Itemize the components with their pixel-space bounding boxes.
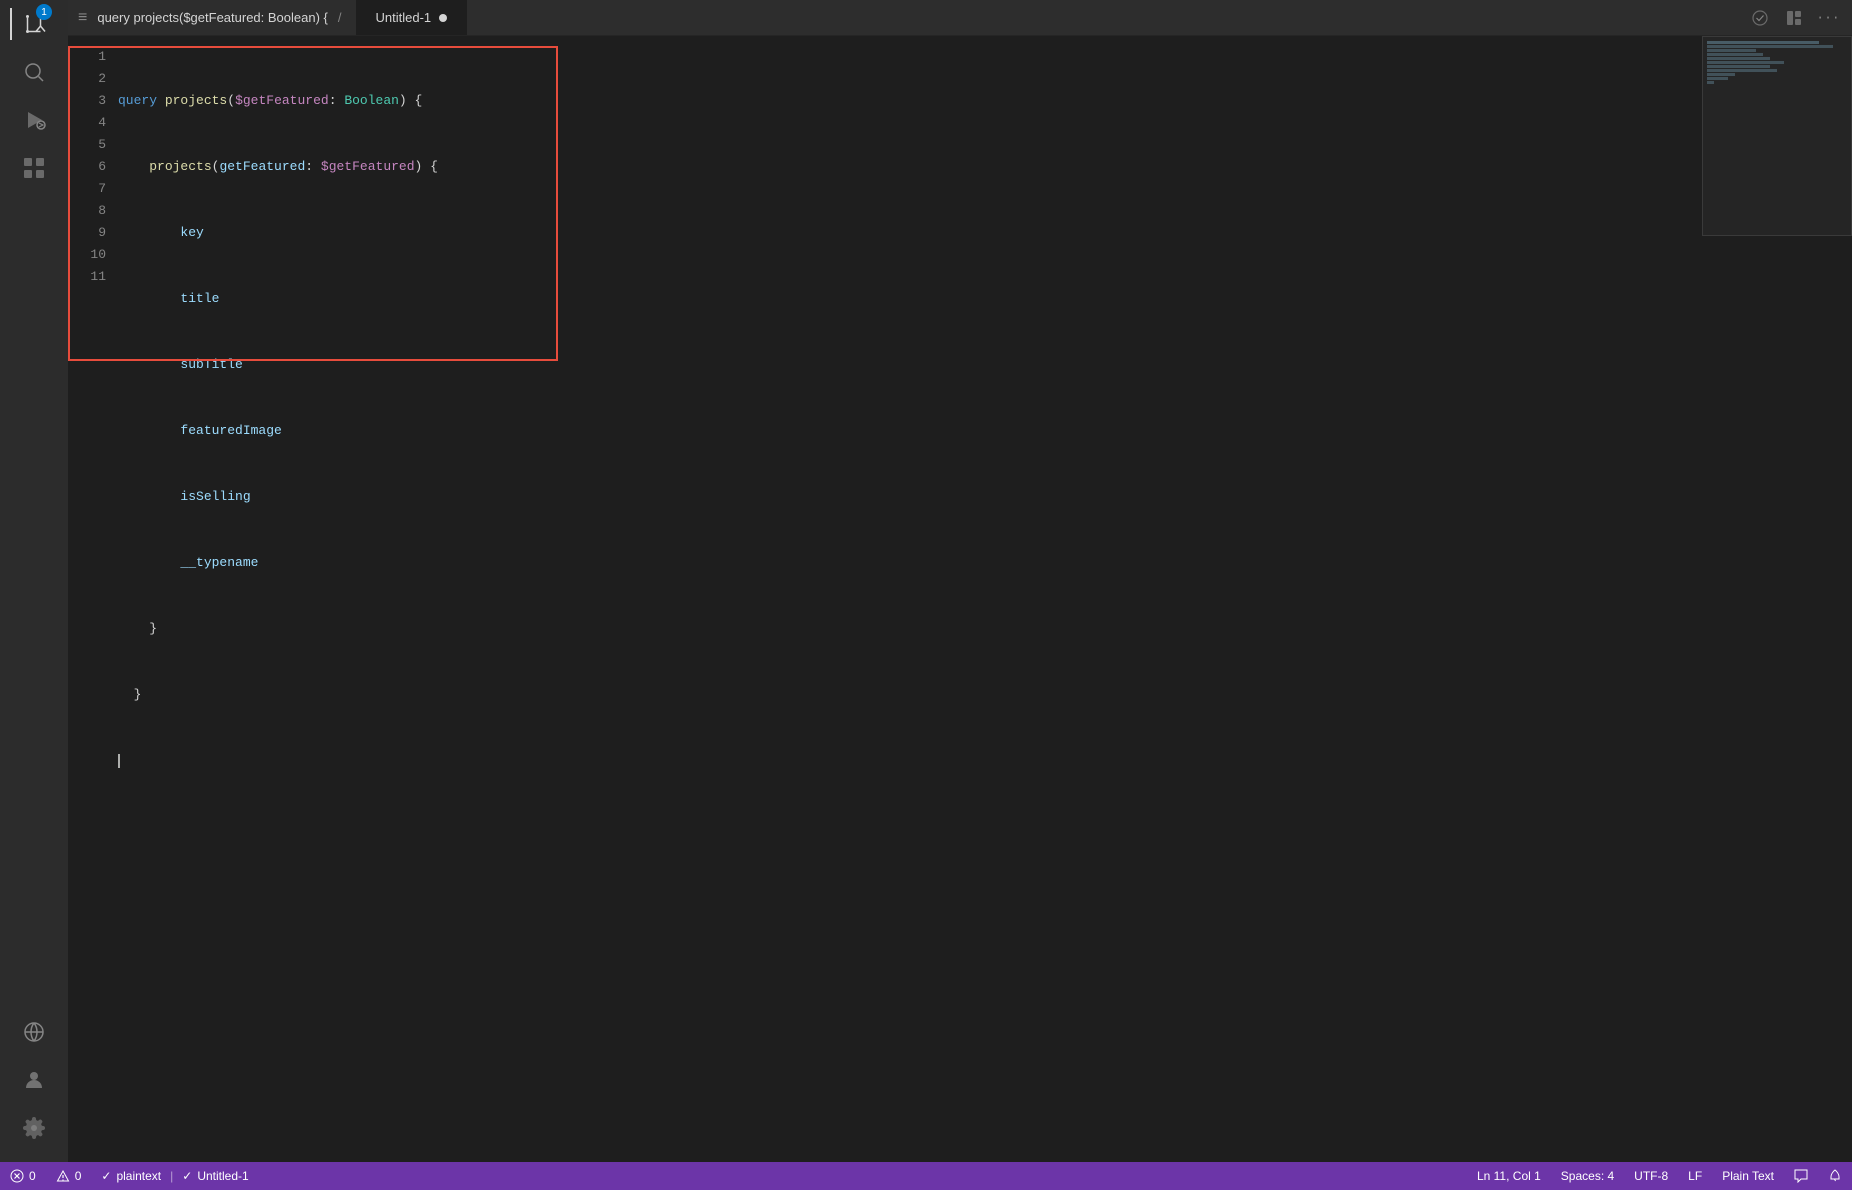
code-line-7: isSelling: [118, 486, 1852, 508]
line-num-6: 6: [68, 156, 106, 178]
activity-item-search[interactable]: [10, 48, 58, 96]
activity-item-extensions[interactable]: [10, 144, 58, 192]
status-feedback[interactable]: [1784, 1162, 1818, 1190]
source-control-badge: 1: [36, 4, 52, 20]
editor-area[interactable]: 1 2 3 4 5 6 7 8 9 10 11 query projects($…: [68, 36, 1852, 1162]
status-encoding[interactable]: UTF-8: [1624, 1162, 1678, 1190]
status-position[interactable]: Ln 11, Col 1: [1467, 1162, 1551, 1190]
feedback-icon: [1794, 1169, 1808, 1183]
activity-bar: 1: [0, 0, 68, 1162]
tab-breadcrumb: ≡ query projects($getFeatured: Boolean) …: [68, 0, 356, 35]
code-line-6: featuredImage: [118, 420, 1852, 442]
check-mark-2: ✓: [182, 1169, 192, 1183]
search-icon: [22, 60, 46, 84]
menu-icon: ≡: [78, 9, 87, 27]
line-num-11: 11: [68, 266, 106, 288]
file-name: Untitled-1: [197, 1169, 248, 1183]
status-errors[interactable]: 0: [0, 1162, 46, 1190]
warning-count: 0: [75, 1169, 82, 1183]
language-text: Plain Text: [1722, 1169, 1774, 1183]
layout-icon: [1786, 10, 1802, 26]
status-line-ending[interactable]: LF: [1678, 1162, 1712, 1190]
code-line-4: title: [118, 288, 1852, 310]
tab-filename: Untitled-1: [376, 10, 432, 25]
separator-pipe: |: [170, 1169, 173, 1183]
status-bar: 0 0 ✓ plaintext | ✓ Untitled-1 Ln 11, Co…: [0, 1162, 1852, 1190]
notification-icon: [1828, 1169, 1842, 1183]
line-num-1: 1: [68, 46, 106, 68]
tab-bar: ≡ query projects($getFeatured: Boolean) …: [68, 0, 1852, 36]
status-spaces[interactable]: Spaces: 4: [1551, 1162, 1624, 1190]
tab-modified-dot: [439, 14, 447, 22]
check-mark: ✓: [101, 1169, 111, 1183]
activity-item-account[interactable]: [10, 1056, 58, 1104]
code-line-10: }: [118, 684, 1852, 706]
more-icon: ···: [1816, 10, 1839, 25]
check-action-button[interactable]: [1746, 4, 1774, 32]
error-icon: [10, 1169, 24, 1183]
line-numbers: 1 2 3 4 5 6 7 8 9 10 11: [68, 46, 118, 1152]
error-count: 0: [29, 1169, 36, 1183]
line-ending-text: LF: [1688, 1169, 1702, 1183]
line-num-9: 9: [68, 222, 106, 244]
tab-actions: ···: [1746, 0, 1852, 35]
line-num-5: 5: [68, 134, 106, 156]
breadcrumb-separator: /: [338, 10, 342, 25]
status-warnings[interactable]: 0: [46, 1162, 92, 1190]
editor-tab[interactable]: Untitled-1: [356, 0, 469, 35]
tab-breadcrumb-title: query projects($getFeatured: Boolean) {: [97, 10, 328, 25]
settings-icon: [22, 1116, 46, 1140]
line-num-10: 10: [68, 244, 106, 266]
line-num-3: 3: [68, 90, 106, 112]
code-line-3: key: [118, 222, 1852, 244]
more-action-button[interactable]: ···: [1814, 4, 1842, 32]
code-line-8: __typename: [118, 552, 1852, 574]
line-num-4: 4: [68, 112, 106, 134]
line-num-2: 2: [68, 68, 106, 90]
code-line-2: projects(getFeatured: $getFeatured) {: [118, 156, 1852, 178]
line-num-7: 7: [68, 178, 106, 200]
text-cursor: [118, 754, 120, 768]
remote-icon: [22, 1020, 46, 1044]
status-right: Ln 11, Col 1 Spaces: 4 UTF-8 LF Plain Te…: [1467, 1162, 1852, 1190]
encoding-text: UTF-8: [1634, 1169, 1668, 1183]
activity-item-settings[interactable]: [10, 1104, 58, 1152]
warning-icon: [56, 1169, 70, 1183]
status-notifications[interactable]: [1818, 1162, 1852, 1190]
code-line-5: subTitle: [118, 354, 1852, 376]
position-text: Ln 11, Col 1: [1477, 1169, 1541, 1183]
status-branch[interactable]: ✓ plaintext | ✓ Untitled-1: [91, 1162, 258, 1190]
branch-name: plaintext: [116, 1169, 161, 1183]
line-num-8: 8: [68, 200, 106, 222]
status-left: 0 0 ✓ plaintext | ✓ Untitled-1: [0, 1162, 259, 1190]
code-content: query projects($getFeatured: Boolean) { …: [118, 46, 1852, 1152]
run-icon: [22, 108, 46, 132]
code-line-1: query projects($getFeatured: Boolean) {: [118, 90, 1852, 112]
activity-item-run[interactable]: [10, 96, 58, 144]
check-icon: [1752, 10, 1768, 26]
main-area: ≡ query projects($getFeatured: Boolean) …: [68, 0, 1852, 1162]
layout-action-button[interactable]: [1780, 4, 1808, 32]
code-line-9: }: [118, 618, 1852, 640]
code-line-11: [118, 750, 1852, 772]
status-language[interactable]: Plain Text: [1712, 1162, 1784, 1190]
activity-item-source-control[interactable]: 1: [10, 0, 58, 48]
account-icon: [22, 1068, 46, 1092]
extensions-icon: [22, 156, 46, 180]
editor-content: 1 2 3 4 5 6 7 8 9 10 11 query projects($…: [68, 36, 1852, 1162]
spaces-text: Spaces: 4: [1561, 1169, 1614, 1183]
activity-item-remote[interactable]: [10, 1008, 58, 1056]
